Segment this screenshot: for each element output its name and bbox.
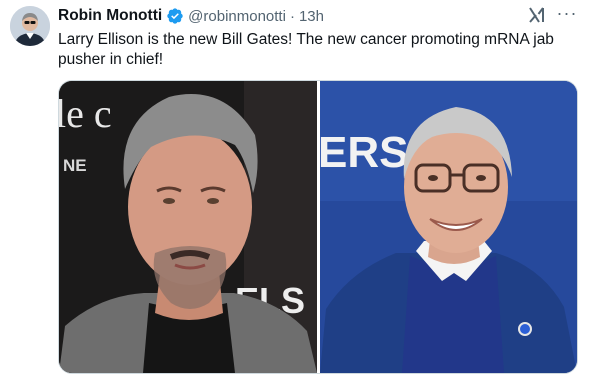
author-handle[interactable]: @robinmonotti xyxy=(188,8,286,25)
timestamp[interactable]: 13h xyxy=(299,8,324,25)
verified-badge-icon xyxy=(166,7,184,25)
tweet-media[interactable]: le c NE ELS ERS xyxy=(58,80,578,374)
backdrop-text-ne: NE xyxy=(63,156,87,175)
avatar-image xyxy=(10,6,50,46)
separator-dot: · xyxy=(289,7,295,25)
tweet-header: Robin Monotti @robinmonotti · 13h xyxy=(58,4,324,28)
avatar[interactable] xyxy=(10,6,50,46)
backdrop-text-ers: ERS xyxy=(320,128,408,177)
tweet-text: Larry Ellison is the new Bill Gates! The… xyxy=(58,31,554,68)
photo-right-image: ERS xyxy=(320,81,577,373)
media-photo-left[interactable]: le c NE ELS xyxy=(59,81,317,373)
grok-icon[interactable] xyxy=(527,5,547,25)
backdrop-text-le: le c xyxy=(59,91,112,136)
tweet: Robin Monotti @robinmonotti · 13h ··· La… xyxy=(0,0,610,384)
author-name[interactable]: Robin Monotti xyxy=(58,7,162,25)
more-options-button[interactable]: ··· xyxy=(556,4,578,26)
photo-left-image: le c NE ELS xyxy=(59,81,317,373)
media-photo-right[interactable]: ERS xyxy=(320,81,577,373)
